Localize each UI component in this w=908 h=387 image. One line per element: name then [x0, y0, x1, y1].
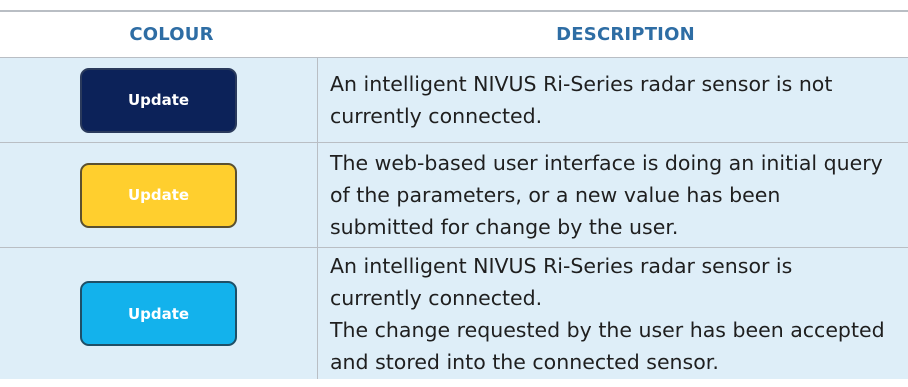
- status-colour-table: COLOUR DESCRIPTION Update An intelligent…: [0, 10, 908, 379]
- update-button-not-connected[interactable]: Update: [80, 67, 237, 133]
- table-row: Update The web-based user interface is d…: [0, 142, 908, 247]
- colour-column-header: COLOUR: [129, 24, 214, 45]
- description-text: The web-based user interface is doing an…: [330, 151, 883, 239]
- description-cell: An intelligent NIVUS Ri-Series radar sen…: [318, 58, 908, 142]
- table-header: COLOUR DESCRIPTION: [0, 12, 908, 57]
- description-text: An intelligent NIVUS Ri-Series radar sen…: [330, 72, 833, 128]
- update-button-connected[interactable]: Update: [80, 281, 237, 346]
- description-text: An intelligent NIVUS Ri-Series radar sen…: [330, 253, 793, 310]
- description-cell: The web-based user interface is doing an…: [318, 143, 908, 247]
- table-row: Update An intelligent NIVUS Ri-Series ra…: [0, 57, 908, 142]
- colour-cell: Update: [0, 248, 318, 379]
- update-button-pending[interactable]: Update: [80, 162, 237, 228]
- description-cell: An intelligent NIVUS Ri-Series radar sen…: [318, 248, 908, 379]
- description-text: The change requested by the user has bee…: [330, 317, 885, 374]
- table-row: Update An intelligent NIVUS Ri-Series ra…: [0, 247, 908, 379]
- colour-cell: Update: [0, 143, 318, 247]
- description-column-header: DESCRIPTION: [556, 24, 695, 45]
- colour-cell: Update: [0, 58, 318, 142]
